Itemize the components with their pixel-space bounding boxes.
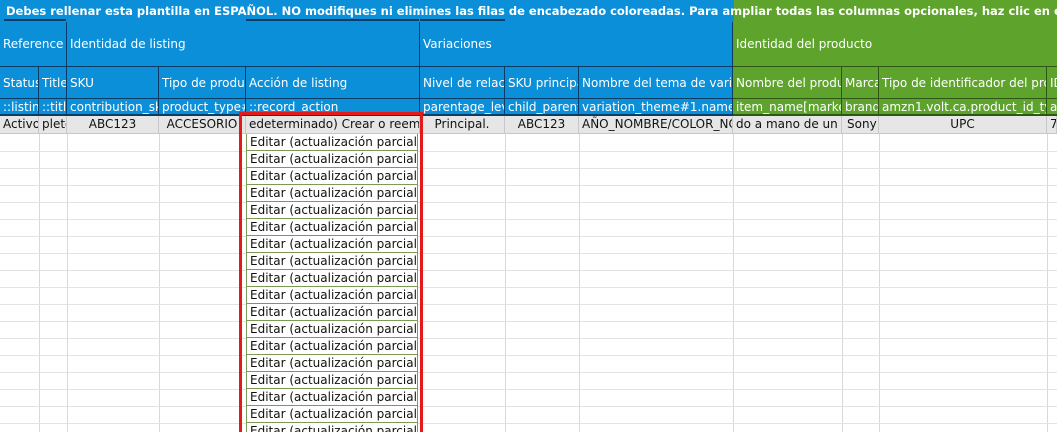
grid-line [0,287,1057,288]
grid-line [0,253,1057,254]
data-cell-title[interactable]: pleto [39,116,67,134]
grid-line [0,185,1057,186]
key-cell[interactable]: ::listin [0,98,39,116]
grid-line [0,321,1057,322]
column-header-product-id[interactable]: ID [1047,66,1057,98]
data-cell-listing-action[interactable]: edeterminado) Crear o reempla [246,116,420,134]
grid-line [0,236,1057,237]
header-underline [4,19,66,21]
listing-action-cell[interactable]: Editar (actualización parcial) [246,389,418,406]
group-variations[interactable]: Variaciones [420,22,733,66]
column-header-variation-theme[interactable]: Nombre del tema de variació [579,66,733,98]
key-cell[interactable]: amzn1.volt.ca.product_id_type [879,98,1047,116]
header-underline [420,19,505,21]
grid-line [0,151,1057,152]
key-cell[interactable]: ar [1047,98,1057,116]
grid-line [0,372,1057,373]
grid-line [0,406,1057,407]
key-cell[interactable]: parentage_level [420,98,505,116]
column-header-product-id-type[interactable]: Tipo de identificador del produ [879,66,1047,98]
data-cell-product-id-type[interactable]: UPC [879,116,1047,134]
listing-action-cell[interactable]: Editar (actualización parcial) [246,236,418,253]
data-cell-status[interactable]: Activo [0,116,39,134]
key-cell[interactable]: child_parent [505,98,579,116]
listing-action-cell[interactable]: Editar (actualización parcial) [246,287,418,304]
spreadsheet: Debes rellenar esta plantilla en ESPAÑOL… [0,0,1057,432]
column-header-relationship-level[interactable]: Nivel de relació [420,66,505,98]
column-header-product-name[interactable]: Nombre del product [733,66,842,98]
key-cell[interactable]: variation_theme#1.name [579,98,733,116]
grid-line [0,338,1057,339]
grid-line [39,134,40,432]
listing-action-cell[interactable]: Editar (actualización parcial) [246,321,418,338]
grid-line [0,168,1057,169]
grid-line [879,134,880,432]
grid-line [0,355,1057,356]
key-cell[interactable]: contribution_sk [67,98,159,116]
data-cell-product-id[interactable]: 71 [1047,116,1057,134]
listing-action-cell[interactable]: Editar (actualización parcial) [246,304,418,321]
data-cell-product-name[interactable]: do a mano de un viñ [733,116,842,134]
grid-line [0,202,1057,203]
instruction-banner: Debes rellenar esta plantilla en ESPAÑOL… [0,0,1057,22]
instruction-text: Debes rellenar esta plantilla en ESPAÑOL… [6,4,1057,18]
grid-line [1047,134,1048,432]
grid-line [733,134,734,432]
listing-action-cell[interactable]: Editar (actualización parcial) [246,406,418,423]
listing-action-cell[interactable]: Editar (actualización parcial) [246,168,418,185]
column-header-listing-action[interactable]: Acción de listing [246,66,420,98]
header-underline [246,19,419,21]
grid-line [0,389,1057,390]
listing-action-cell[interactable]: Editar (actualización parcial) [246,338,418,355]
column-header-parent-sku[interactable]: SKU principa [505,66,579,98]
listing-action-cell[interactable]: Editar (actualización parcial) [246,185,418,202]
grid-line [420,134,421,432]
data-cell-brand[interactable]: Sony [842,116,879,134]
grid-line [159,134,160,432]
data-cell-relationship-level[interactable]: Principal. [420,116,505,134]
group-product-identity[interactable]: Identidad del producto [733,22,1057,66]
listing-action-cell[interactable]: Editar (actualización parcial) [246,202,418,219]
listing-action-cell[interactable]: Editar (actualización parcial) [246,151,418,168]
listing-action-cell[interactable]: Editar (actualización parcial) [246,253,418,270]
grid-line [0,219,1057,220]
listing-action-cell[interactable]: Editar (actualización parcial) [246,219,418,236]
group-listing-identity[interactable]: Identidad de listing [67,22,420,66]
grid-line [579,134,580,432]
grid-line [0,304,1057,305]
column-header-product-type[interactable]: Tipo de product [159,66,246,98]
grid-line [842,134,843,432]
column-header-brand[interactable]: Marca [842,66,879,98]
data-cell-parent-sku[interactable]: ABC123 [505,116,579,134]
key-cell[interactable]: item_name[marketp [733,98,842,116]
key-cell[interactable]: ::title [39,98,67,116]
key-cell[interactable]: brand[ [842,98,879,116]
group-reference[interactable]: Reference G [0,22,67,66]
grid-line [67,134,68,432]
grid-line [0,270,1057,271]
listing-action-cell[interactable]: Editar (actualización parcial) [246,355,418,372]
data-cell-sku[interactable]: ABC123 [67,116,159,134]
data-cell-product-type[interactable]: ACCESORIO [159,116,246,134]
column-header-sku[interactable]: SKU [67,66,159,98]
listing-action-cell[interactable]: Editar (actualización parcial) [246,423,418,432]
column-header-title[interactable]: Title [39,66,67,98]
listing-action-cell[interactable]: Editar (actualización parcial) [246,134,418,151]
key-cell[interactable]: product_type#1 [159,98,246,116]
grid-line [505,134,506,432]
listing-action-cell[interactable]: Editar (actualización parcial) [246,372,418,389]
grid-line [0,423,1057,424]
column-header-status[interactable]: Status [0,66,39,98]
key-cell[interactable]: ::record_action [246,98,420,116]
listing-action-cell[interactable]: Editar (actualización parcial) [246,270,418,287]
data-cell-variation-theme[interactable]: AÑO_NOMBRE/COLOR_NO [579,116,733,134]
